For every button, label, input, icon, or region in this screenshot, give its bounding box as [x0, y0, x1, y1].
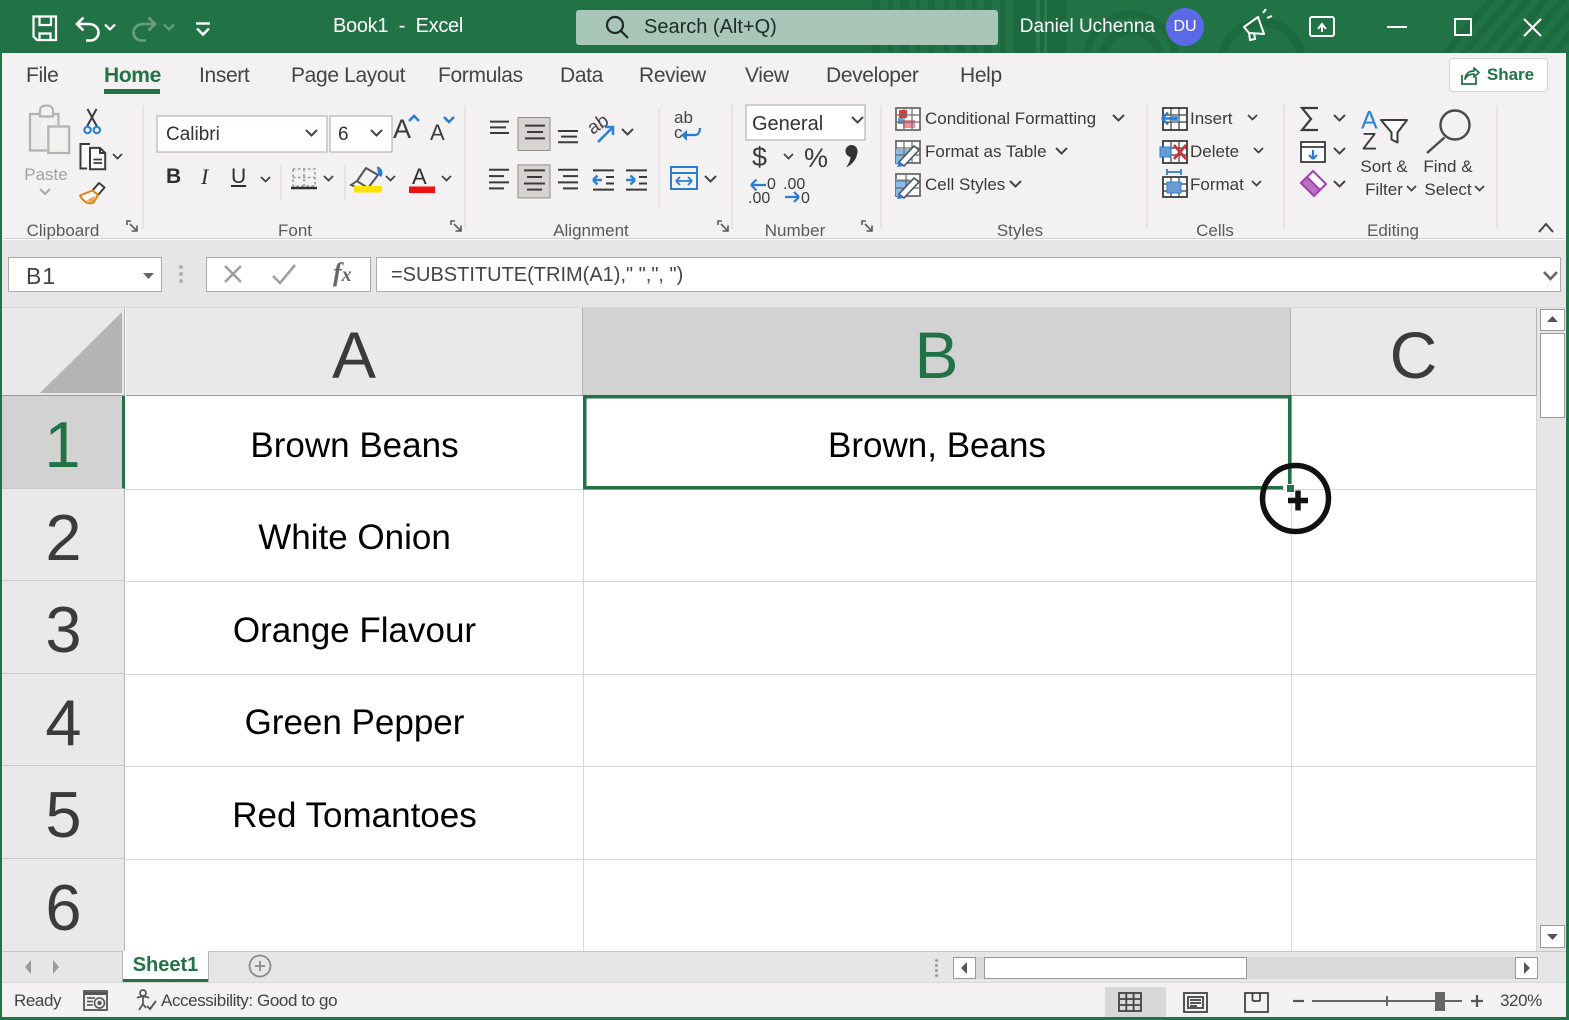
- svg-text:Z: Z: [1362, 129, 1377, 156]
